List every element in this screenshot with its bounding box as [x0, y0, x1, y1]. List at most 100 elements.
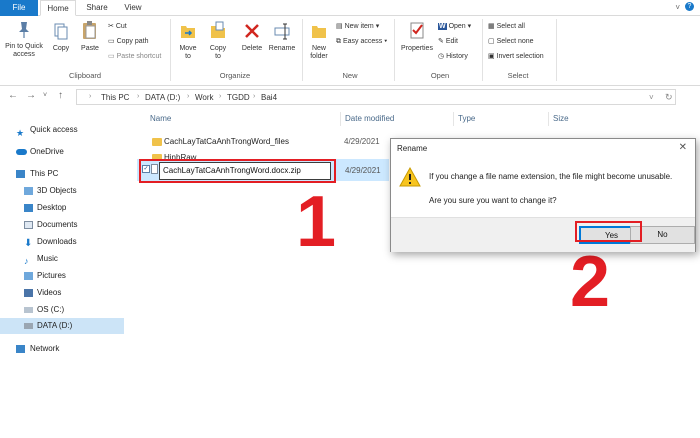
edit-label: Edit: [445, 38, 458, 45]
scissors-icon: ✂: [108, 23, 114, 30]
copy-path-icon: ▭: [108, 38, 115, 45]
nav-this-pc[interactable]: This PC: [0, 166, 124, 182]
copy-to-label: Copy to: [209, 45, 227, 60]
nav-pictures[interactable]: Pictures: [0, 268, 124, 284]
nav-quick-access[interactable]: ★ Quick access: [0, 122, 124, 138]
cloud-icon: [16, 149, 27, 155]
open-group-label: Open: [430, 71, 450, 80]
nav-network[interactable]: Network: [0, 341, 124, 357]
move-to-button[interactable]: Move to: [176, 20, 200, 61]
nav-3d-objects[interactable]: 3D Objects: [0, 183, 124, 199]
copy-icon: [54, 23, 68, 40]
tab-view[interactable]: View: [117, 0, 149, 16]
column-header-type[interactable]: Type: [458, 114, 475, 123]
nav-downloads[interactable]: ⬇ Downloads: [0, 234, 124, 250]
rename-dialog: Rename ✕ If you change a file name exten…: [390, 138, 696, 252]
select-none-button[interactable]: ▢ Select none: [488, 37, 534, 46]
copy-button[interactable]: Copy: [50, 20, 72, 53]
forward-arrow-icon[interactable]: →: [26, 90, 36, 101]
ribbon-collapse-icon[interactable]: ˅: [675, 3, 680, 12]
properties-button[interactable]: Properties: [398, 20, 436, 53]
new-folder-label: New folder: [310, 45, 328, 60]
close-icon[interactable]: ✕: [679, 142, 687, 153]
copy-to-button[interactable]: Copy to: [206, 20, 230, 61]
organize-group-label: Organize: [219, 71, 251, 80]
picture-icon: [24, 272, 33, 280]
history-label: History: [446, 53, 468, 60]
network-icon: [16, 345, 25, 353]
paste-shortcut-label: Paste shortcut: [116, 53, 162, 60]
nav-os-c-label: OS (C:): [37, 305, 65, 314]
easy-access-icon: ⧉: [336, 38, 341, 45]
nav-downloads-label: Downloads: [37, 237, 77, 246]
column-header-name[interactable]: Name: [150, 114, 171, 123]
nav-pictures-label: Pictures: [37, 271, 66, 280]
back-arrow-icon[interactable]: ←: [8, 90, 18, 101]
nav-documents[interactable]: Documents: [0, 217, 124, 233]
delete-label: Delete: [241, 45, 263, 52]
breadcrumb-this-pc[interactable]: This PC: [101, 93, 129, 102]
clipboard-icon: [83, 21, 96, 39]
nav-music[interactable]: ♪ Music: [0, 251, 124, 267]
rename-button[interactable]: Rename: [266, 20, 298, 53]
history-icon: ◷: [438, 53, 445, 60]
new-item-label: New item: [344, 23, 374, 30]
cut-button[interactable]: ✂ Cut: [108, 22, 127, 31]
breadcrumb-work[interactable]: Work: [195, 93, 214, 102]
open-button[interactable]: W Open ▾: [438, 22, 471, 31]
delete-button[interactable]: Delete: [238, 20, 266, 53]
nav-onedrive-label: OneDrive: [30, 147, 64, 156]
column-header-size[interactable]: Size: [553, 114, 569, 123]
breadcrumb-chevron-icon: ›: [219, 93, 222, 100]
invert-selection-button[interactable]: ▣ Invert selection: [488, 52, 544, 61]
paste-button[interactable]: Paste: [78, 20, 102, 53]
tab-home[interactable]: Home: [40, 0, 76, 16]
dialog-footer: Yes No: [391, 217, 695, 252]
new-folder-button[interactable]: New folder: [306, 20, 332, 61]
select-none-icon: ▢: [488, 38, 495, 45]
address-dropdown-icon[interactable]: ˅: [649, 93, 654, 102]
new-item-icon: ▤: [336, 23, 343, 30]
nav-data-d[interactable]: DATA (D:): [0, 318, 124, 334]
recent-locations-chevron-icon[interactable]: ˅: [43, 92, 47, 99]
new-item-button[interactable]: ▤ New item ▾: [336, 22, 379, 31]
rename-icon: [274, 23, 290, 40]
paste-shortcut-button[interactable]: ▭ Paste shortcut: [108, 52, 161, 61]
nav-desktop[interactable]: Desktop: [0, 200, 124, 216]
breadcrumb-bai4[interactable]: Bai4: [261, 93, 277, 102]
refresh-icon[interactable]: ↻: [665, 92, 673, 103]
open-label: Open: [448, 23, 466, 30]
highlight-box-rename: [139, 159, 336, 183]
pin-to-quick-access-button[interactable]: Pin to Quick access: [4, 20, 44, 59]
breadcrumb-data-d[interactable]: DATA (D:): [145, 93, 180, 102]
pin-icon: [19, 22, 29, 38]
easy-access-button[interactable]: ⧉ Easy access ▾: [336, 37, 387, 46]
history-button[interactable]: ◷ History: [438, 52, 468, 61]
tab-file[interactable]: File: [0, 0, 38, 16]
paste-shortcut-icon: ▭: [108, 53, 115, 60]
properties-icon: [410, 22, 424, 39]
select-none-label: Select none: [496, 38, 534, 45]
select-all-button[interactable]: ▦ Select all: [488, 22, 525, 31]
breadcrumb-chevron-icon: ›: [137, 93, 140, 100]
star-icon: ★: [16, 128, 25, 138]
tab-share[interactable]: Share: [80, 0, 114, 16]
nav-onedrive[interactable]: OneDrive: [0, 144, 124, 160]
ribbon-tab-bar: File Home Share View ˅ ?: [0, 0, 700, 16]
nav-this-pc-label: This PC: [30, 169, 59, 178]
edit-button[interactable]: ✎ Edit: [438, 37, 458, 46]
up-arrow-icon[interactable]: ↑: [58, 90, 63, 101]
column-header-date-modified[interactable]: Date modified: [345, 114, 394, 123]
rename-label: Rename: [268, 45, 296, 52]
step-number-2: 2: [570, 242, 611, 322]
help-icon[interactable]: ?: [685, 2, 694, 11]
nav-os-c[interactable]: OS (C:): [0, 302, 124, 318]
nav-videos[interactable]: Videos: [0, 285, 124, 301]
address-bar[interactable]: › This PC › DATA (D:) › Work › TGDD › Ba…: [76, 89, 676, 105]
copy-label: Copy: [52, 45, 70, 52]
invert-selection-icon: ▣: [488, 53, 495, 60]
breadcrumb-tgdd[interactable]: TGDD: [227, 93, 250, 102]
nav-quick-access-label: Quick access: [30, 125, 78, 134]
copy-path-button[interactable]: ▭ Copy path: [108, 37, 149, 46]
ribbon-separator: [170, 19, 171, 81]
